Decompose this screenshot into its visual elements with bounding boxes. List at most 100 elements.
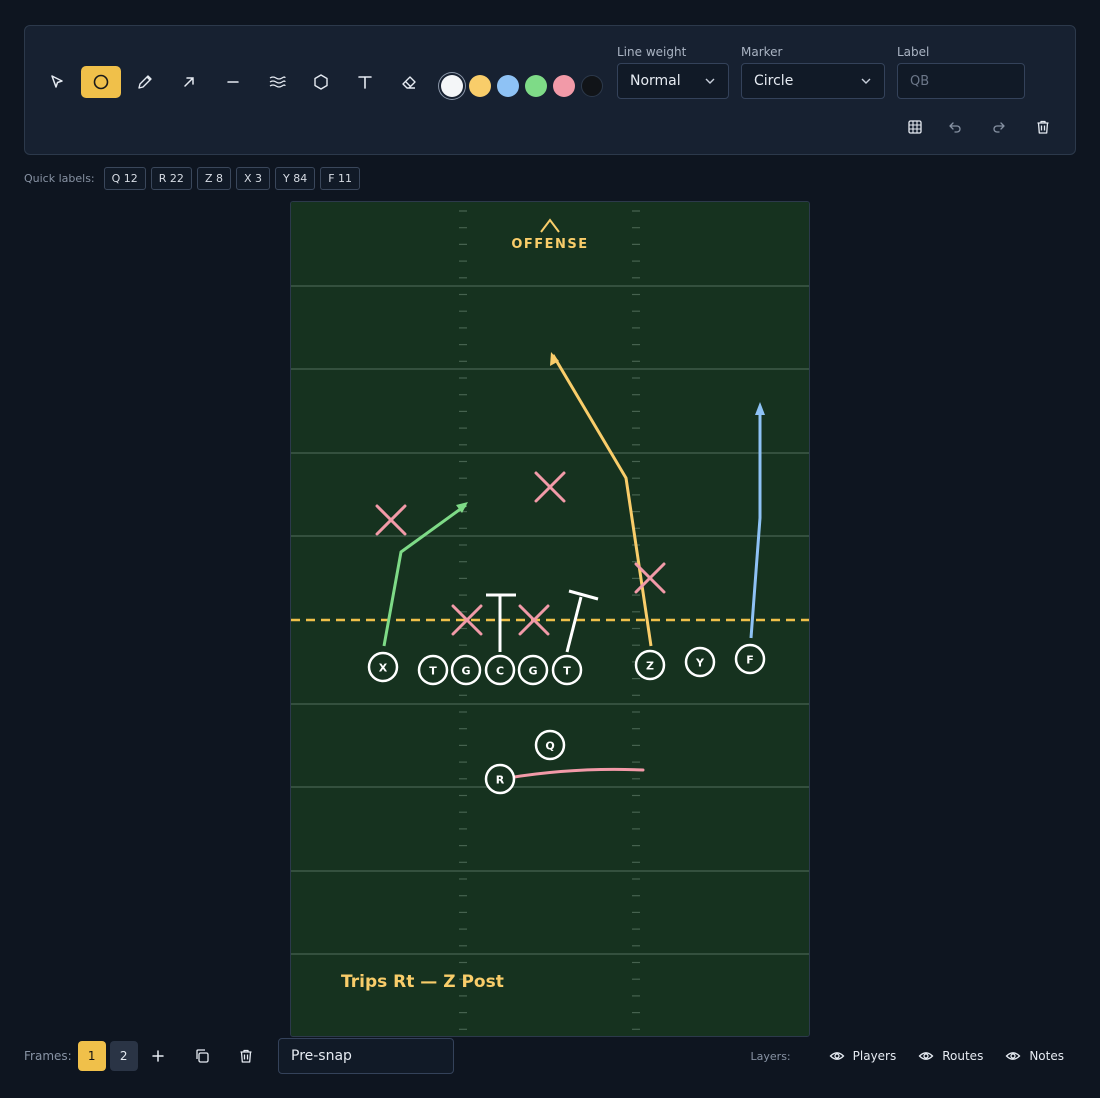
player-marker[interactable]: Q [534,729,566,761]
field-svg[interactable]: OFFENSE X T G C G T Z Y F Q R Trips Rt — Z Post [291,202,810,1037]
pencil-icon [138,75,152,89]
player-marker[interactable]: X [367,651,399,683]
quick-labels-bar: Quick labels: Q 12 R 22 Z 8 X 3 Y 84 F 1… [24,166,361,190]
quick-labels-title: Quick labels: [24,171,95,185]
frame-name-input[interactable]: Pre-snap [278,1038,454,1074]
label-input-placeholder: QB [910,73,930,89]
plus-icon [152,1050,164,1062]
player-marker[interactable]: F [734,643,766,675]
frames-title: Frames: [24,1049,72,1063]
player-marker[interactable]: T [417,654,449,686]
eraser-icon [402,76,416,89]
layers-bar: Layers: Players Routes Notes [751,1044,1064,1068]
line-tool-button[interactable] [213,66,253,98]
add-frame-button[interactable] [147,1045,169,1067]
select-tool-button[interactable] [37,66,77,98]
player-marker[interactable]: G [517,654,549,686]
layer-toggle-notes[interactable]: Notes [1005,1048,1064,1064]
play-name: Trips Rt — Z Post [341,972,504,992]
line-icon [227,81,239,83]
offense-label: OFFENSE [511,237,588,252]
player-label: G [528,665,537,678]
chevron-down-icon [861,78,871,84]
player-marker[interactable]: C [484,654,516,686]
text-icon [358,76,372,89]
player-label: Y [695,657,705,670]
color-swatch[interactable] [469,75,491,97]
toolbar-panel: Line weight Normal Marker Circle Label Q… [24,25,1076,155]
eye-icon [1005,1052,1021,1060]
cursor-icon [51,75,63,88]
marker-label: Marker [741,45,783,59]
line-weight-label: Line weight [617,45,687,59]
player-label: F [746,654,754,667]
marker-select[interactable]: Circle [741,63,885,99]
chevron-down-icon [705,78,715,84]
color-swatch[interactable] [441,75,463,97]
color-swatch[interactable] [581,75,603,97]
polygon-tool-button[interactable] [301,66,341,98]
layer-label: Notes [1029,1049,1064,1063]
player-label: Z [646,660,654,673]
player-label: Q [545,740,554,753]
player-marker[interactable]: T [551,654,583,686]
redo-button[interactable] [987,115,1011,139]
circle-icon [93,74,109,90]
player-label: T [429,665,437,678]
quick-label-chip[interactable]: R 22 [150,166,192,190]
redo-icon [993,122,1005,133]
copy-icon [196,1049,209,1063]
quick-label-chip[interactable]: X 3 [235,166,270,190]
grid-icon [908,120,922,134]
undo-button[interactable] [943,115,967,139]
color-swatch[interactable] [525,75,547,97]
player-label: R [496,774,505,787]
player-marker[interactable]: R [484,763,516,795]
line-weight-value: Normal [630,73,681,89]
quick-label-chip[interactable]: F 11 [320,166,361,190]
label-field-label: Label [897,45,930,59]
layer-label: Players [852,1049,897,1063]
layers-title: Layers: [750,1049,791,1063]
quick-label-chip[interactable]: Y 84 [275,166,316,190]
eye-icon [829,1052,845,1060]
frame-name-value: Pre-snap [291,1048,352,1064]
grid-toggle-button[interactable] [903,115,927,139]
player-marker[interactable]: G [450,654,482,686]
eraser-tool-button[interactable] [389,66,429,98]
pen-tool-button[interactable] [125,66,165,98]
trash-icon [240,1049,252,1063]
arrow-tool-button[interactable] [169,66,209,98]
hexagon-icon [314,74,328,90]
frame-button[interactable]: 2 [109,1041,138,1071]
wave-icon [269,76,286,88]
marker-value: Circle [754,73,794,89]
layer-toggle-players[interactable]: Players [829,1048,897,1064]
label-input[interactable]: QB [897,63,1025,99]
color-swatch[interactable] [553,75,575,97]
quick-label-chip[interactable]: Z 8 [196,166,231,190]
player-label: T [563,665,571,678]
layer-label: Routes [942,1049,984,1063]
line-weight-select[interactable]: Normal [617,63,729,99]
wave-tool-button[interactable] [257,66,297,98]
layer-toggle-routes[interactable]: Routes [918,1048,983,1064]
player-label: X [379,662,388,675]
undo-icon [949,122,961,133]
player-label: C [496,665,504,678]
trash-icon [1037,120,1049,134]
play-canvas[interactable]: OFFENSE X T G C G T Z Y F Q R Trips Rt — Z Post [290,201,810,1037]
player-label: G [461,665,470,678]
delete-frame-button[interactable] [235,1045,257,1067]
duplicate-frame-button[interactable] [191,1045,213,1067]
player-marker[interactable]: Y [684,646,716,678]
clear-canvas-button[interactable] [1031,115,1055,139]
arrow-icon [184,77,194,87]
text-tool-button[interactable] [345,66,385,98]
quick-label-chip[interactable]: Q 12 [103,166,146,190]
frame-button[interactable]: 1 [77,1041,106,1071]
circle-tool-button[interactable] [81,66,121,98]
player-marker[interactable]: Z [634,649,666,681]
frames-bar: Frames: 1 2 [24,1040,142,1072]
color-swatch[interactable] [497,75,519,97]
